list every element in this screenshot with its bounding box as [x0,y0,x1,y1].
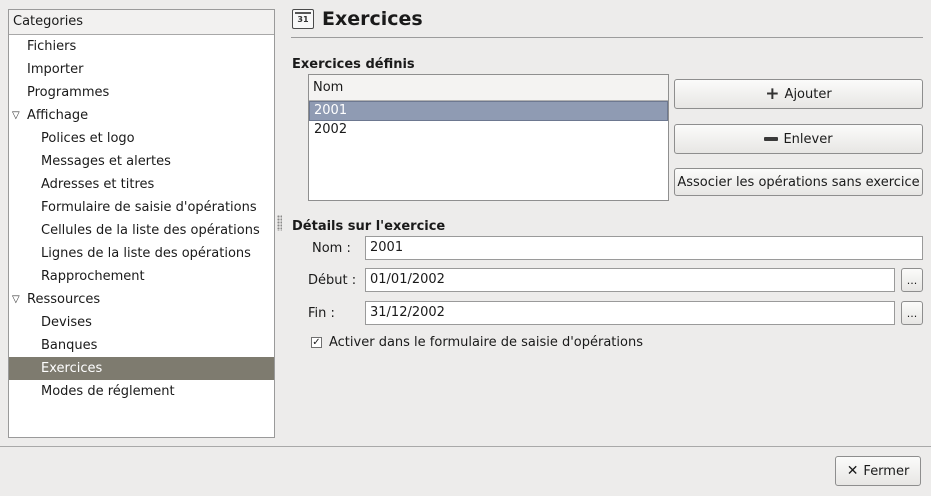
title-divider [291,37,923,38]
sidebar-item-programmes[interactable]: Programmes [9,81,274,104]
sidebar-item-ressources[interactable]: ▽ Ressources [9,288,274,311]
sidebar-item-banques[interactable]: Banques [9,334,274,357]
exercises-list[interactable]: Nom 2001 2002 [308,74,669,201]
sidebar-item-label: Fichiers [27,39,77,54]
sidebar-item-label: Exercices [41,361,103,376]
add-button-label: Ajouter [784,86,832,102]
start-date-field[interactable]: 01/01/2002 [365,268,895,292]
end-date-field[interactable]: 31/12/2002 [365,301,895,325]
start-date-picker-button[interactable]: ... [901,268,923,292]
sidebar-item-cellules-de-la-liste-des-op-rations[interactable]: Cellules de la liste des opérations [9,219,274,242]
list-item[interactable]: 2001 [309,101,668,121]
page-title: Exercices [322,8,423,30]
expander-arrow-icon[interactable]: ▽ [12,288,23,311]
sidebar-item-label: Programmes [27,85,110,100]
start-date-label: Début : [308,273,357,288]
activate-checkbox-label[interactable]: Activer dans le formulaire de saisie d'o… [329,335,643,351]
end-date-label: Fin : [308,306,335,321]
remove-button[interactable]: Enlever [674,124,923,154]
sidebar-item-label: Lignes de la liste des opérations [41,246,251,261]
sidebar-item-label: Affichage [27,108,89,123]
sidebar-item-adresses-et-titres[interactable]: Adresses et titres [9,173,274,196]
close-button-label: Fermer [863,463,910,479]
sidebar-item-label: Polices et logo [41,131,135,146]
sidebar-item-label: Messages et alertes [41,154,171,169]
sidebar-item-polices-et-logo[interactable]: Polices et logo [9,127,274,150]
categories-tree[interactable]: Categories Fichiers Importer Programmes ▽ Af… [8,9,275,438]
categories-header[interactable]: Categories [9,10,274,35]
close-button[interactable]: ✕ Fermer [835,456,921,486]
exercise-details-label: Détails sur l'exercice [292,219,446,234]
associate-button-label: Associer les opérations sans exercice [677,174,920,190]
sidebar-item-lignes-de-la-liste-des-op-rations[interactable]: Lignes de la liste des opérations [9,242,274,265]
sidebar-item-messages-et-alertes[interactable]: Messages et alertes [9,150,274,173]
sidebar-item-label: Cellules de la liste des opérations [41,223,260,238]
close-icon: ✕ [846,463,859,479]
activate-checkbox[interactable]: ✓ [311,337,322,348]
sidebar-item-label: Banques [41,338,98,353]
calendar-icon: 31 [292,9,314,29]
sidebar-item-modes-de-r-glement[interactable]: Modes de réglement [9,380,274,403]
plus-icon: + [765,84,780,104]
sidebar-item-label: Ressources [27,292,101,307]
name-label: Nom : [312,241,351,256]
name-field[interactable]: 2001 [365,236,923,260]
sidebar-item-exercices[interactable]: Exercices [9,357,274,380]
sidebar-item-fichiers[interactable]: Fichiers [9,35,274,58]
expander-arrow-icon[interactable]: ▽ [12,104,23,127]
end-date-picker-button[interactable]: ... [901,301,923,325]
sidebar-item-label: Adresses et titres [41,177,155,192]
sidebar-item-label: Rapprochement [41,269,145,284]
sidebar-item-label: Modes de réglement [41,384,175,399]
list-item[interactable]: 2002 [310,121,667,139]
bottom-divider [0,446,931,447]
defined-exercises-label: Exercices définis [292,57,415,72]
associate-operations-button[interactable]: Associer les opérations sans exercice [674,168,923,196]
sidebar-item-label: Formulaire de saisie d'opérations [41,200,257,215]
sidebar-item-formulaire-de-saisie-d-op-rations[interactable]: Formulaire de saisie d'opérations [9,196,274,219]
remove-button-label: Enlever [783,131,833,147]
sidebar-item-rapprochement[interactable]: Rapprochement [9,265,274,288]
sidebar-item-label: Devises [41,315,92,330]
pane-resize-handle[interactable] [277,215,282,231]
sidebar-item-affichage[interactable]: ▽ Affichage [9,104,274,127]
sidebar-item-devises[interactable]: Devises [9,311,274,334]
list-column-header-name[interactable]: Nom [309,75,668,101]
add-button[interactable]: + Ajouter [674,79,923,109]
sidebar-item-label: Importer [27,62,84,77]
sidebar-item-importer[interactable]: Importer [9,58,274,81]
minus-icon [764,137,779,141]
